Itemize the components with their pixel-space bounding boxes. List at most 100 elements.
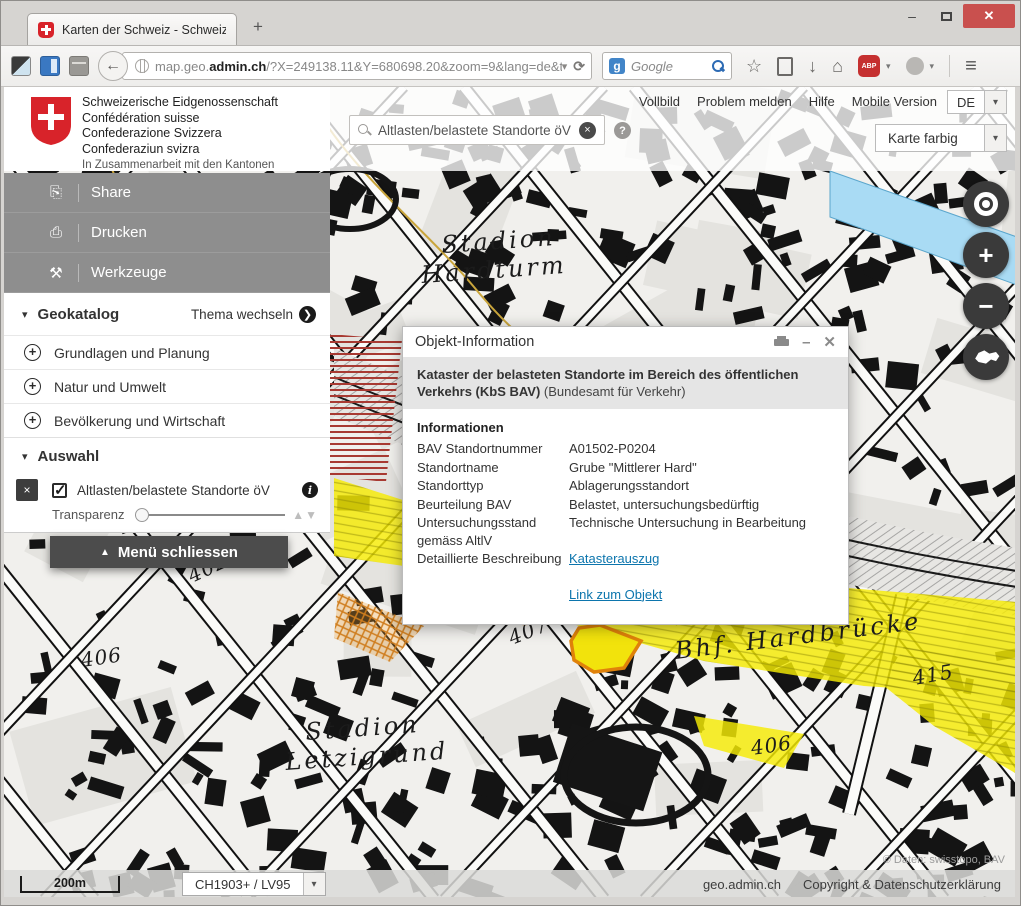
expand-plus-icon: + xyxy=(24,344,41,361)
layer-checkbox[interactable] xyxy=(52,483,67,498)
site-identity-icon[interactable] xyxy=(135,59,149,73)
toolbar-shortcut-2[interactable] xyxy=(40,56,60,76)
transparency-row: Transparenz ▲▼ xyxy=(4,503,330,532)
sidebar-item-share[interactable]: ⎘ Share xyxy=(4,173,330,213)
maximize-icon xyxy=(941,12,952,21)
reload-icon[interactable]: ⟳ xyxy=(573,58,585,75)
link-hilfe[interactable]: Hilfe xyxy=(809,94,835,109)
toolbar-shortcut-3[interactable] xyxy=(69,56,89,76)
sidebar-item-tools[interactable]: ⚒ Werkzeuge xyxy=(4,253,330,293)
search-help-icon[interactable]: ? xyxy=(614,122,631,139)
info-row: Untersuchungsstand gemäss AltlVTechnisch… xyxy=(417,514,834,549)
informationen-heading: Informationen xyxy=(417,420,834,435)
browser-search-field[interactable]: g Google xyxy=(602,52,732,80)
browser-tab[interactable]: Karten der Schweiz - Schweize... xyxy=(27,13,237,45)
object-link[interactable]: Link zum Objekt xyxy=(569,587,662,602)
search-icon xyxy=(358,124,371,137)
layer-title-band: Kataster der belasteten Standorte im Ber… xyxy=(403,357,848,409)
geokatalog-header[interactable]: ▾ Geokatalog Thema wechseln ❯ xyxy=(4,293,330,335)
addon-icon[interactable] xyxy=(906,57,924,75)
theme-switch-link[interactable]: Thema wechseln ❯ xyxy=(191,306,316,323)
map-search-box[interactable]: Altlasten/belastete Standorte öV × xyxy=(349,115,605,145)
bookmark-star-icon[interactable]: ☆ xyxy=(746,57,762,75)
switzerland-icon xyxy=(971,346,1001,368)
toolbar-separator xyxy=(949,55,950,77)
triangle-up-icon: ▲ xyxy=(100,547,110,558)
tools-icon: ⚒ xyxy=(46,264,66,282)
link-problem-melden[interactable]: Problem melden xyxy=(697,94,792,109)
minimize-button[interactable]: – xyxy=(895,8,929,24)
arrow-right-icon: ❯ xyxy=(299,306,316,323)
titlebar: Karten der Schweiz - Schweize... + – ✕ xyxy=(1,1,1020,45)
url-text[interactable]: map.geo.admin.ch/?X=249138.11&Y=680698.2… xyxy=(155,59,562,74)
remove-layer-button[interactable]: × xyxy=(16,479,38,501)
bookmarks-panel-icon[interactable] xyxy=(777,57,793,76)
zoom-out-button[interactable]: − xyxy=(963,283,1009,329)
info-row: StandortnameGrube "Mittlerer Hard" xyxy=(417,459,834,477)
link-vollbild[interactable]: Vollbild xyxy=(639,94,680,109)
language-select[interactable]: DE ▾ xyxy=(947,90,1007,114)
chevron-down-icon: ▾ xyxy=(984,91,1006,113)
expand-plus-icon: + xyxy=(24,412,41,429)
default-extent-button[interactable] xyxy=(963,334,1009,380)
geolocation-button[interactable] xyxy=(963,181,1009,227)
home-icon[interactable]: ⌂ xyxy=(832,57,843,75)
geolocation-icon xyxy=(974,192,998,216)
search-icon[interactable] xyxy=(711,59,725,73)
layer-reorder-icons[interactable]: ▲▼ xyxy=(292,508,318,522)
close-menu-button[interactable]: ▲ Menü schliessen xyxy=(50,536,288,568)
back-button[interactable]: ← xyxy=(98,51,128,81)
category-bevoelkerung[interactable]: + Bevölkerung und Wirtschaft xyxy=(4,403,330,437)
toolbar-shortcut-1[interactable] xyxy=(11,56,31,76)
adblock-icon[interactable]: ABP xyxy=(858,55,880,77)
menu-icon[interactable]: ≡ xyxy=(965,55,977,78)
info-row: BAV StandortnummerA01502-P0204 xyxy=(417,440,834,458)
printer-icon: ⎙ xyxy=(46,224,66,241)
map-style-select[interactable]: Karte farbig ▾ xyxy=(875,124,1007,152)
new-tab-button[interactable]: + xyxy=(253,17,263,37)
header-subtitle: In Zusammenarbeit mit den Kantonen xyxy=(82,159,274,171)
downloads-icon[interactable]: ↓ xyxy=(808,57,817,75)
google-favicon[interactable]: g xyxy=(609,58,625,74)
projection-select[interactable]: CH1903+ / LV95 ▾ xyxy=(182,872,326,896)
url-dropdown-icon[interactable]: ▾ xyxy=(562,60,568,73)
layer-label: Altlasten/belastete Standorte öV xyxy=(77,483,302,498)
katasterauszug-link[interactable]: Katasterauszug xyxy=(569,551,659,566)
scale-bar: 200m xyxy=(20,876,120,893)
footer-bar: 200m CH1903+ / LV95 ▾ geo.admin.ch Copyr… xyxy=(4,870,1015,897)
print-icon[interactable] xyxy=(774,336,789,349)
sidebar-item-print[interactable]: ⎙ Drucken xyxy=(4,213,330,253)
layer-info-icon[interactable]: i xyxy=(302,482,318,498)
search-placeholder: Google xyxy=(631,59,711,74)
addon-caret-icon[interactable]: ▾ xyxy=(930,61,935,72)
minimize-popup-icon[interactable]: – xyxy=(802,334,810,351)
swiss-coat-of-arms xyxy=(30,96,72,146)
info-row: Beurteilung BAVBelastet, untersuchungsbe… xyxy=(417,496,834,514)
close-window-button[interactable]: ✕ xyxy=(963,4,1015,28)
auswahl-header[interactable]: ▾ Auswahl xyxy=(4,437,330,475)
collapse-triangle-icon: ▾ xyxy=(22,308,28,321)
search-input[interactable]: Altlasten/belastete Standorte öV xyxy=(378,123,579,138)
link-mobile-version[interactable]: Mobile Version xyxy=(852,94,937,109)
copyright-link[interactable]: Copyright & Datenschutzerklärung xyxy=(803,877,1001,892)
swiss-favicon xyxy=(38,22,54,38)
slider-knob[interactable] xyxy=(135,508,149,522)
collapse-triangle-icon: ▾ xyxy=(22,450,28,463)
url-bar[interactable]: map.geo.admin.ch/?X=249138.11&Y=680698.2… xyxy=(122,52,592,80)
clear-search-icon[interactable]: × xyxy=(579,122,596,139)
popup-header[interactable]: Objekt-Information – ✕ xyxy=(403,327,848,357)
zoom-in-button[interactable]: + xyxy=(963,232,1009,278)
maximize-button[interactable] xyxy=(929,8,963,24)
popup-title: Objekt-Information xyxy=(415,334,774,350)
transparency-slider[interactable] xyxy=(135,508,285,522)
category-grundlagen[interactable]: + Grundlagen und Planung xyxy=(4,335,330,369)
category-natur[interactable]: + Natur und Umwelt xyxy=(4,369,330,403)
adblock-caret-icon[interactable]: ▾ xyxy=(886,61,891,72)
map-attribution[interactable]: © Daten: swisstopo, BAV xyxy=(883,854,1005,866)
site-header: Schweizerische Eidgenossenschaft Confédé… xyxy=(4,87,1015,171)
layer-row: × Altlasten/belastete Standorte öV i xyxy=(4,475,330,503)
chevron-down-icon: ▾ xyxy=(984,125,1006,151)
geoadmin-link[interactable]: geo.admin.ch xyxy=(703,877,781,892)
close-popup-icon[interactable]: ✕ xyxy=(823,333,836,351)
expand-plus-icon: + xyxy=(24,378,41,395)
